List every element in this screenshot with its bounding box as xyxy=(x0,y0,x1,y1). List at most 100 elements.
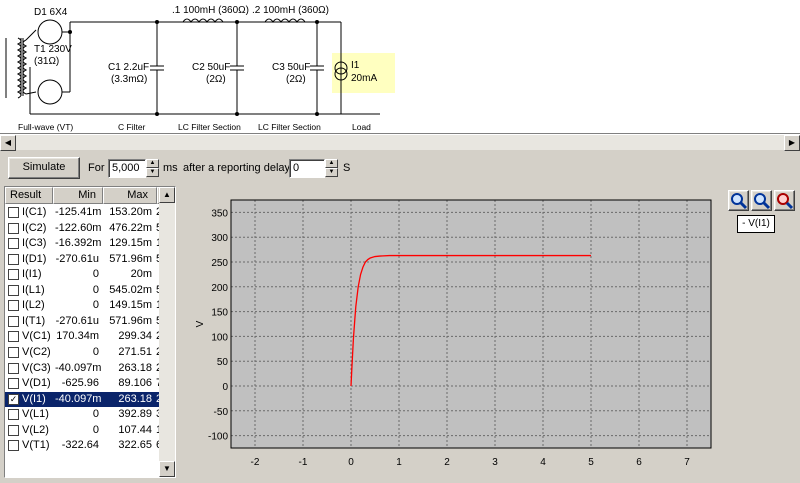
duration-unit: ms xyxy=(163,162,178,174)
table-row[interactable]: I(L1)0545.02m545. xyxy=(5,283,175,299)
column-header-max[interactable]: Max xyxy=(103,187,157,204)
result-min: 0 xyxy=(92,345,99,358)
c2-label: C2 50uF xyxy=(192,62,230,73)
simulation-toolbar: Simulate For 5,000 ▲ ▼ ms after a reporti… xyxy=(0,150,800,186)
table-row[interactable]: V(C2)0271.5127 xyxy=(5,345,168,361)
result-name: I(C2) xyxy=(22,221,47,234)
row-checkbox[interactable] xyxy=(8,238,19,250)
delay-input[interactable]: 0 xyxy=(289,159,325,178)
voltage-chart[interactable]: -2 -1 0 1 2 3 4 5 6 7 -100 -50 0 50 100 150 200 250 300 350… xyxy=(181,186,725,480)
results-table[interactable]: Result Min Max I(C1)-125.41m153.20m278.I… xyxy=(4,186,176,478)
zoom-in-icon xyxy=(731,193,748,210)
result-min: -270.61u xyxy=(55,314,99,327)
t1-label: T1 230V xyxy=(34,44,72,55)
table-row[interactable]: I(D1)-270.61u571.96m572. xyxy=(5,252,175,268)
row-checkbox[interactable]: ✓ xyxy=(8,393,19,405)
column-header-result[interactable]: Result xyxy=(5,187,53,204)
arrow-left-icon: ◀ xyxy=(4,138,12,147)
chart-legend[interactable]: - V(I1) xyxy=(737,215,775,233)
row-checkbox[interactable] xyxy=(8,409,19,421)
delay-unit: S xyxy=(343,162,351,174)
spin-down-icon[interactable]: ▼ xyxy=(325,168,338,177)
x-tick-label: 4 xyxy=(540,457,546,468)
for-label: For xyxy=(88,162,105,174)
scroll-up-button[interactable]: ▲ xyxy=(159,187,175,203)
table-row[interactable]: I(C2)-122.60m476.22m598. xyxy=(5,221,175,237)
result-min: -40.097m xyxy=(55,392,102,405)
table-row[interactable]: I(C1)-125.41m153.20m278. xyxy=(5,205,175,221)
table-row[interactable]: V(C1)170.34m299.3429 xyxy=(5,329,168,345)
x-tick-label: -1 xyxy=(299,457,308,468)
row-checkbox[interactable] xyxy=(8,253,19,265)
result-min: -625.96 xyxy=(61,377,99,390)
row-checkbox[interactable] xyxy=(8,346,19,358)
row-checkbox[interactable] xyxy=(8,378,19,390)
result-max: 89.106 xyxy=(118,377,152,390)
result-name: I(D1) xyxy=(22,252,47,265)
result-name: I(C1) xyxy=(22,206,47,218)
y-tick-label: 200 xyxy=(211,283,228,294)
x-tick-label: 6 xyxy=(636,457,642,468)
row-checkbox[interactable] xyxy=(8,315,19,327)
result-min: 0 xyxy=(92,408,99,421)
y-tick-label: 350 xyxy=(211,208,228,219)
result-max: 107.44 xyxy=(118,423,152,436)
delay-spinner[interactable]: ▲ ▼ xyxy=(325,159,338,177)
table-row[interactable]: V(D1)-625.9689.10671 xyxy=(5,376,168,392)
zoom-out-button[interactable] xyxy=(774,190,795,211)
result-max: 129.15m xyxy=(109,237,152,250)
schematic-panel[interactable]: D1 6X4 T1 230V (31Ω) .1 100mH (360Ω) .2 … xyxy=(0,0,800,134)
results-scrollbar[interactable]: ▲ ▼ xyxy=(159,187,175,477)
zoom-out-icon xyxy=(777,193,794,210)
table-row[interactable]: V(C3)-40.097m263.1826 xyxy=(5,361,168,377)
schematic-drawing: D1 6X4 T1 230V (31Ω) .1 100mH (360Ω) .2 … xyxy=(5,5,395,132)
result-max: 20m xyxy=(130,268,152,281)
row-checkbox[interactable] xyxy=(8,284,19,296)
i1-label: I1 xyxy=(351,60,360,71)
scroll-left-button[interactable]: ◀ xyxy=(0,135,16,151)
y-tick-label: 250 xyxy=(211,258,228,269)
spin-down-icon[interactable]: ▼ xyxy=(146,168,159,177)
result-name: V(D1) xyxy=(22,377,51,390)
table-row[interactable]: I(T1)-270.61u571.96m572. xyxy=(5,314,175,330)
y-tick-label: 100 xyxy=(211,332,228,343)
result-max: 263.18 xyxy=(118,361,152,374)
spin-up-icon[interactable]: ▲ xyxy=(325,159,338,168)
row-checkbox[interactable] xyxy=(8,300,19,312)
spin-up-icon[interactable]: ▲ xyxy=(146,159,159,168)
result-min: -16.392m xyxy=(55,237,102,250)
table-row[interactable]: I(C3)-16.392m129.15m145. xyxy=(5,236,175,252)
table-row[interactable]: V(L2)0107.4410 xyxy=(5,423,168,439)
table-row[interactable]: V(T1)-322.64322.6564 xyxy=(5,438,168,454)
duration-spinner[interactable]: ▲ ▼ xyxy=(146,159,159,177)
scroll-down-button[interactable]: ▼ xyxy=(159,461,175,477)
arrow-right-icon: ▶ xyxy=(788,138,796,147)
table-row[interactable]: I(I1) 0 20m xyxy=(5,267,160,283)
schematic-scrollbar[interactable]: ◀ ▶ xyxy=(0,134,800,151)
row-checkbox[interactable] xyxy=(8,331,19,343)
x-tick-label: 5 xyxy=(588,457,594,468)
d1-label: D1 6X4 xyxy=(34,7,68,18)
zoom-fit-button[interactable] xyxy=(751,190,772,211)
result-min: -125.41m xyxy=(55,206,102,218)
scroll-right-button[interactable]: ▶ xyxy=(784,135,800,151)
column-header-min[interactable]: Min xyxy=(53,187,103,204)
result-max: 322.65 xyxy=(118,439,152,452)
row-checkbox[interactable] xyxy=(8,222,19,234)
table-row[interactable]: I(L2)0149.15m149. xyxy=(5,298,175,314)
section-label: Load xyxy=(352,122,371,132)
row-checkbox[interactable] xyxy=(8,424,19,436)
row-checkbox[interactable] xyxy=(8,269,19,281)
row-checkbox[interactable] xyxy=(8,440,19,452)
row-checkbox[interactable] xyxy=(8,362,19,374)
c1-label: C1 2.2uF xyxy=(108,62,149,73)
table-row[interactable]: ✓V(I1)-40.097m263.1826 xyxy=(5,391,168,408)
simulate-button[interactable]: Simulate xyxy=(8,157,80,179)
row-checkbox[interactable] xyxy=(8,207,19,218)
zoom-in-button[interactable] xyxy=(728,190,749,211)
duration-input[interactable]: 5,000 xyxy=(108,159,146,178)
y-axis-label: V xyxy=(195,320,206,327)
table-row[interactable]: V(L1)0392.8939 xyxy=(5,407,168,423)
plot-panel[interactable]: -2 -1 0 1 2 3 4 5 6 7 -100 -50 0 50 100 150 200 250 300 350… xyxy=(181,186,725,480)
x-tick-label: 1 xyxy=(396,457,402,468)
